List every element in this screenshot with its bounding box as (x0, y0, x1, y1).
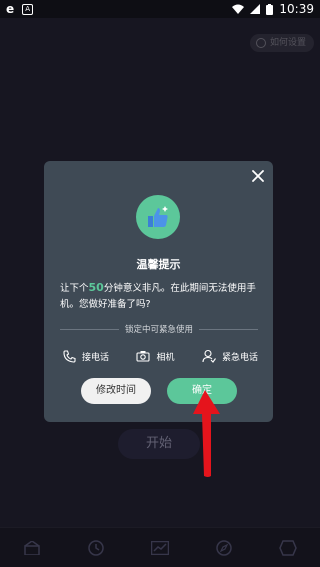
status-bar: e A 10:39 (0, 0, 320, 18)
signal-icon (250, 4, 261, 14)
divider-label: 锁定中可紧急使用 (125, 325, 194, 335)
emergency-options: 接电话 相机 紧急电话 (62, 347, 258, 365)
emergency-call-option[interactable]: 紧急电话 (202, 349, 258, 363)
answer-call-label: 接电话 (82, 352, 110, 363)
a-notification-icon: A (22, 3, 34, 15)
camera-icon (136, 349, 151, 363)
thumbs-up-icon (136, 195, 180, 239)
camera-option[interactable]: 相机 (136, 349, 175, 363)
phone-icon (62, 349, 76, 363)
dialog-title: 温馨提示 (136, 258, 181, 271)
wifi-icon (232, 4, 245, 14)
clock-time: 10:39 (279, 2, 314, 16)
close-icon[interactable] (251, 169, 265, 183)
message-minutes: 50 (88, 281, 104, 294)
browser-e-icon: e (6, 2, 15, 16)
answer-call-option[interactable]: 接电话 (62, 349, 109, 363)
divider-line-left (60, 328, 119, 330)
message-prefix: 让下个 (60, 283, 89, 294)
emergency-contact-icon (202, 349, 216, 363)
divider-line-right (199, 328, 259, 330)
emergency-divider: 锁定中可紧急使用 (60, 322, 259, 336)
modify-time-button[interactable]: 修改时间 (81, 378, 151, 404)
dialog-message: 让下个50分钟意义非凡。在此期间无法使用手机。您做好准备了吗? (60, 280, 260, 313)
camera-label: 相机 (156, 352, 175, 363)
annotation-arrow-icon (193, 390, 220, 477)
reminder-dialog: 温馨提示 让下个50分钟意义非凡。在此期间无法使用手机。您做好准备了吗? 锁定中… (44, 161, 273, 422)
battery-icon (266, 3, 274, 15)
emergency-call-label: 紧急电话 (221, 352, 258, 363)
